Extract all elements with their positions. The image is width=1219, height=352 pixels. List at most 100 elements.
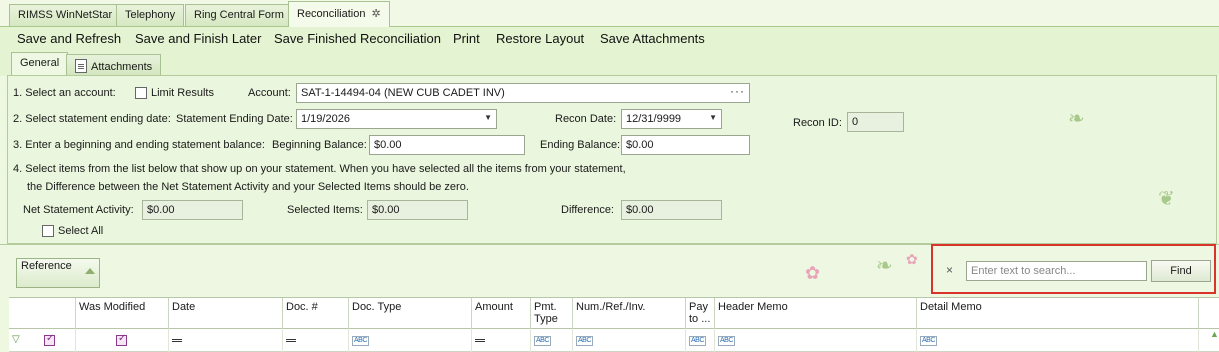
text-filter-icon: ABC [718,336,735,346]
filter-cell-was-modified[interactable] [76,329,169,352]
pin-icon[interactable]: ✲ [371,7,380,20]
step3-label: 3. Enter a beginning and ending statemen… [13,139,265,151]
text-filter-icon: ABC [920,336,937,346]
column-header-selector[interactable] [9,298,76,330]
find-button[interactable]: Find [1151,260,1211,282]
search-input[interactable] [966,261,1147,281]
filter-cell-amount[interactable] [472,329,531,352]
account-field[interactable]: SAT-1-14494-04 (NEW CUB CADET INV) ··· [296,83,750,103]
tab-ring-central-form[interactable]: Ring Central Form [185,4,293,26]
grid-filter-row: ▽ ABC ABC ABC ABC ABC ABC ▲ [9,329,1219,352]
tab-general[interactable]: General [11,52,69,76]
ending-balance-value: $0.00 [626,139,654,151]
toolbar: Save and Refresh Save and Finish Later S… [0,27,1219,51]
flower-decoration: ✿ [906,251,918,267]
reference-group-header[interactable]: Reference [16,258,100,288]
ending-balance-label: Ending Balance: [540,139,621,151]
filter-cell-doc-type[interactable]: ABC [349,329,472,352]
step2-label: 2. Select statement ending date: [13,113,171,125]
filter-cell-pay-to[interactable]: ABC [686,329,715,352]
document-tab-strip: RIMSS WinNetStar Telephony Ring Central … [0,0,1219,27]
tab-rimss-winnetstar[interactable]: RIMSS WinNetStar [9,4,122,26]
recon-id-value: 0 [852,116,859,128]
ending-balance-field[interactable]: $0.00 [621,135,750,155]
net-statement-activity-field: $0.00 [142,200,243,220]
beginning-balance-field[interactable]: $0.00 [369,135,525,155]
selected-items-field: $0.00 [367,200,468,220]
flower-decoration: ✿ [805,263,821,283]
recon-id-field: 0 [847,112,904,132]
restore-layout-button[interactable]: Restore Layout [496,31,584,46]
account-label: Account: [248,87,291,99]
leaf-decoration: ❧ [1068,108,1085,130]
step1-label: 1. Select an account: [13,87,116,99]
tab-label: General [20,57,60,69]
equals-icon [172,339,182,342]
tab-telephony[interactable]: Telephony [116,4,185,26]
net-statement-activity-label: Net Statement Activity: [23,204,134,216]
reference-label: Reference [21,260,72,272]
statement-ending-date-label: Statement Ending Date: [176,113,293,125]
scroll-up-icon[interactable]: ▲ [1210,329,1219,352]
select-all-checkbox[interactable] [42,225,54,237]
filter-cell-date[interactable] [169,329,283,352]
ellipsis-icon[interactable]: ··· [730,84,745,98]
beginning-balance-value: $0.00 [374,139,402,151]
tab-reconciliation[interactable]: Reconciliation ✲ [288,1,390,27]
save-finished-reconciliation-button[interactable]: Save Finished Reconciliation [274,31,441,46]
recon-date-label: Recon Date: [555,113,617,125]
selected-items-value: $0.00 [372,204,400,216]
tab-attachments[interactable]: Attachments [66,54,162,76]
column-header-doc-number[interactable]: Doc. # [283,298,349,330]
column-header-header-memo[interactable]: Header Memo [715,298,917,330]
column-header-was-modified[interactable]: Was Modified [76,298,169,330]
difference-field: $0.00 [621,200,722,220]
tab-label: Reconciliation [297,8,366,20]
column-header-detail-memo[interactable]: Detail Memo [917,298,1199,330]
column-header-doc-type[interactable]: Doc. Type [349,298,472,330]
column-header-num-ref-inv[interactable]: Num./Ref./Inv. [573,298,686,330]
filter-icon[interactable]: ▽ [12,334,20,345]
filter-cell-selector[interactable] [41,329,76,352]
inner-tab-strip: General Attachments [0,51,1219,76]
filter-cell-doc-number[interactable] [283,329,349,352]
checkbox-filter-icon[interactable] [116,333,127,346]
account-value: SAT-1-14494-04 (NEW CUB CADET INV) [301,87,505,99]
print-button[interactable]: Print [453,31,480,46]
document-icon [75,59,87,73]
sort-ascending-icon [85,268,95,274]
selected-items-label: Selected Items: [287,204,363,216]
text-filter-icon: ABC [689,336,706,346]
text-filter-icon: ABC [352,336,369,346]
limit-results-checkbox[interactable] [135,87,147,99]
filter-cell-header-memo[interactable]: ABC [715,329,917,352]
equals-icon [475,339,485,342]
tab-label: Attachments [91,61,153,73]
net-statement-activity-value: $0.00 [147,204,175,216]
checkbox-filter-icon[interactable] [44,333,55,346]
column-header-date[interactable]: Date [169,298,283,330]
filter-cell-detail-memo[interactable]: ABC [917,329,1199,352]
leaf-decoration: ❧ [876,255,893,277]
filter-cell-num-ref-inv[interactable]: ABC [573,329,686,352]
recon-date-field[interactable]: 12/31/9999 ▼ [621,109,722,129]
text-filter-icon: ABC [534,336,551,346]
statement-ending-date-field[interactable]: 1/19/2026 ▼ [296,109,497,129]
chevron-down-icon[interactable]: ▼ [484,113,492,122]
close-icon[interactable]: × [946,263,953,277]
tab-label: Ring Central Form [194,9,284,21]
beginning-balance-label: Beginning Balance: [272,139,367,151]
step4-line1: 4. Select items from the list below that… [13,163,626,175]
save-and-finish-later-button[interactable]: Save and Finish Later [135,31,261,46]
save-and-refresh-button[interactable]: Save and Refresh [17,31,121,46]
recon-date-value: 12/31/9999 [626,113,682,125]
text-filter-icon: ABC [576,336,593,346]
save-attachments-button[interactable]: Save Attachments [600,31,705,46]
column-header-pay-to[interactable]: Pay to ... [686,298,715,330]
filter-cell-pmt-type[interactable]: ABC [531,329,573,352]
chevron-down-icon[interactable]: ▼ [709,113,717,122]
leaf-decoration: ❦ [1158,188,1175,210]
equals-icon [286,339,296,342]
column-header-pmt-type[interactable]: Pmt. Type [531,298,573,330]
column-header-amount[interactable]: Amount [472,298,531,330]
